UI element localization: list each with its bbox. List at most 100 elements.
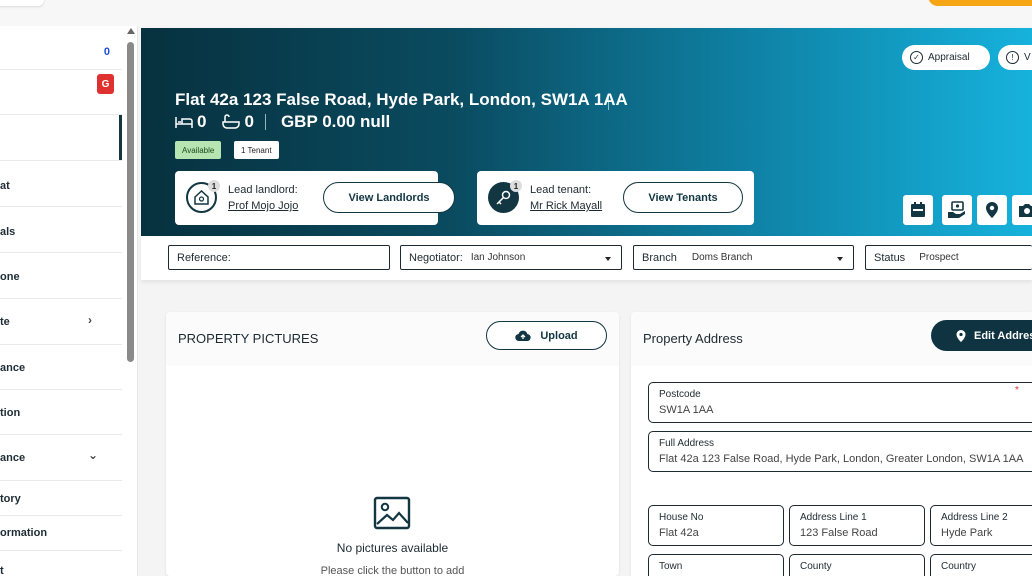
divider — [608, 94, 609, 110]
property-price: GBP 0.00 null — [280, 112, 391, 131]
required-marker: * — [1015, 385, 1019, 396]
house-no-value: Flat 42a — [659, 527, 699, 539]
sidebar-item-alert[interactable]: G — [0, 70, 122, 115]
top-action-button[interactable] — [928, 0, 1032, 6]
sidebar-scrollbar[interactable] — [125, 26, 137, 576]
address-line-1-field[interactable]: Address Line 1 123 False Road — [789, 505, 925, 546]
sidebar-item[interactable]: ormation — [0, 516, 122, 551]
image-placeholder-icon — [373, 496, 411, 530]
postcode-value: SW1A 1AA — [659, 404, 714, 416]
camera-button[interactable] — [1012, 195, 1032, 225]
view-landlords-button[interactable]: View Landlords — [323, 182, 455, 213]
upload-button[interactable]: Upload — [486, 321, 607, 350]
full-address-label: Full Address — [659, 438, 715, 449]
sidebar-item-label: tion — [0, 407, 21, 419]
country-field[interactable]: Country — [930, 554, 1032, 576]
sidebar-item-label: one — [0, 271, 20, 283]
lead-tenant-label: Lead tenant: — [530, 184, 592, 196]
valuation-label: V — [1024, 52, 1031, 63]
negotiator-value: Ian Johnson — [470, 252, 526, 263]
property-address-panel: Property Address Edit Address Postcode *… — [631, 312, 1032, 576]
town-field[interactable]: Town — [648, 554, 784, 576]
top-chip[interactable] — [0, 0, 44, 6]
location-button[interactable] — [977, 195, 1007, 225]
appraisal-button[interactable]: ✓ Appraisal — [902, 45, 990, 70]
sidebar-count: 0 — [103, 46, 110, 58]
negotiator-label: Negotiator: — [409, 251, 463, 264]
house-no-field[interactable]: House No Flat 42a — [648, 505, 784, 546]
sidebar-item[interactable]: als — [0, 207, 122, 253]
no-pictures-title: No pictures available — [336, 541, 449, 555]
county-field[interactable]: County — [789, 554, 925, 576]
sidebar-item[interactable]: ance ⌄ — [0, 435, 122, 481]
address-line-2-value: Hyde Park — [941, 527, 993, 539]
lead-landlord-card: 1 Lead landlord: Prof Mojo Jojo View Lan… — [175, 171, 455, 225]
branch-value: Doms Branch — [691, 252, 753, 263]
house-no-label: House No — [659, 512, 704, 523]
reference-field[interactable]: Reference: — [168, 245, 390, 270]
edit-address-button[interactable]: Edit Address — [931, 320, 1032, 351]
address-line-2-field[interactable]: Address Line 2 Hyde Park — [930, 505, 1032, 546]
valuation-button[interactable]: ! V — [998, 45, 1032, 70]
sidebar-item-label: at — [0, 180, 10, 192]
property-pictures-panel: PROPERTY PICTURES Upload No pictures ava… — [166, 312, 619, 576]
sidebar-item[interactable]: at — [0, 161, 122, 207]
sidebar-item[interactable]: one — [0, 253, 122, 299]
status-badge: Available — [175, 141, 222, 159]
bedroom-count: 0 — [197, 112, 207, 131]
address-line-1-label: Address Line 1 — [800, 512, 867, 523]
postcode-label: Postcode — [659, 389, 701, 400]
sidebar-item-label: ance — [0, 362, 26, 374]
map-pin-icon — [956, 329, 966, 342]
bed-icon — [175, 117, 193, 128]
sidebar-item-counter[interactable]: 0 — [0, 26, 122, 70]
lead-tenant-link[interactable]: Mr Rick Mayall — [530, 200, 602, 212]
bath-icon — [222, 114, 241, 129]
property-address-title: Flat 42a 123 False Road, Hyde Park, Lond… — [175, 90, 628, 109]
info-circle-icon: ! — [1006, 51, 1019, 64]
sidebar-item[interactable]: tion — [0, 390, 122, 435]
chevron-down-icon: ⌄ — [88, 448, 99, 462]
sidebar-item[interactable]: ance — [0, 345, 122, 390]
town-label: Town — [659, 561, 683, 572]
scroll-up-arrow[interactable] — [127, 28, 135, 34]
address-line-1-value: 123 False Road — [800, 527, 878, 539]
map-pin-icon — [986, 202, 998, 218]
sidebar-item-label: ormation — [0, 527, 48, 539]
sidebar-item[interactable]: te › — [0, 299, 122, 345]
sidebar-item-label: t — [0, 565, 4, 576]
negotiator-select[interactable]: Negotiator: Ian Johnson — [400, 245, 622, 270]
chevron-right-icon: › — [88, 313, 92, 327]
sidebar-item-active[interactable] — [0, 115, 122, 161]
status-select[interactable]: Status Prospect — [865, 245, 1032, 270]
county-label: County — [800, 561, 832, 572]
payment-button[interactable] — [942, 195, 972, 225]
view-tenants-button[interactable]: View Tenants — [623, 182, 743, 213]
check-circle-icon: ✓ — [910, 51, 923, 64]
pictures-title: PROPERTY PICTURES — [178, 331, 319, 346]
address-panel-title: Property Address — [643, 331, 743, 346]
lead-landlord-link[interactable]: Prof Mojo Jojo — [228, 200, 298, 212]
branch-select[interactable]: Branch Doms Branch — [633, 245, 854, 270]
sidebar-item-label: als — [0, 226, 16, 238]
calendar-button[interactable] — [903, 195, 933, 225]
dropdown-arrow-icon — [837, 257, 843, 261]
bathroom-count: 0 — [244, 112, 254, 131]
appraisal-label: Appraisal — [928, 52, 970, 63]
status-label: Status — [874, 251, 906, 264]
sidebar-item-label: ance — [0, 452, 26, 464]
top-bar — [0, 0, 1032, 26]
scroll-thumb[interactable] — [127, 42, 134, 362]
sidebar-item[interactable]: tory — [0, 481, 122, 516]
house-icon — [194, 189, 209, 205]
tenant-count-badge: 1 Tenant — [234, 141, 279, 159]
sidebar-item[interactable]: t — [0, 551, 122, 576]
postcode-field[interactable]: Postcode * SW1A 1AA — [648, 382, 1032, 423]
full-address-value: Flat 42a 123 False Road, Hyde Park, Lond… — [659, 453, 1024, 465]
full-address-field[interactable]: Full Address Flat 42a 123 False Road, Hy… — [648, 431, 1032, 472]
edit-address-label: Edit Address — [974, 329, 1032, 342]
country-label: Country — [941, 561, 977, 572]
lead-tenant-card: 1 Lead tenant: Mr Rick Mayall View Tenan… — [477, 171, 754, 225]
no-pictures-subtitle: Please click the button to add — [320, 565, 465, 576]
sidebar-item-label: tory — [0, 493, 21, 505]
